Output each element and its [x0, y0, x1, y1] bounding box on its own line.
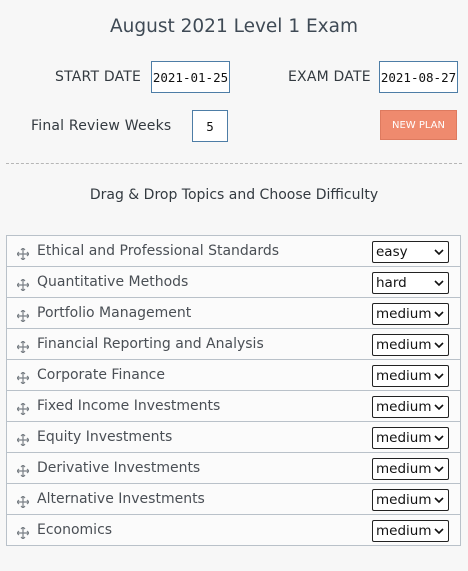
- topic-name: Derivative Investments: [37, 460, 201, 476]
- exam-date-input[interactable]: 2021-08-27: [379, 61, 458, 93]
- list-item[interactable]: Equity Investments medium: [6, 421, 461, 453]
- difficulty-select[interactable]: medium: [372, 520, 449, 542]
- difficulty-select[interactable]: medium: [372, 334, 449, 356]
- review-weeks-input[interactable]: 5: [192, 110, 228, 142]
- chevron-down-icon: [434, 435, 444, 442]
- difficulty-value: medium: [376, 492, 432, 508]
- list-item[interactable]: Alternative Investments medium: [6, 483, 461, 515]
- chevron-down-icon: [434, 404, 444, 411]
- difficulty-select[interactable]: medium: [372, 396, 449, 418]
- difficulty-value: easy: [376, 244, 408, 260]
- list-item[interactable]: Ethical and Professional Standards easy: [6, 235, 461, 267]
- drag-handle-icon[interactable]: [16, 245, 30, 261]
- section-subtitle: Drag & Drop Topics and Choose Difficulty: [89, 187, 379, 203]
- topic-list: Ethical and Professional Standards easy …: [6, 235, 461, 546]
- chevron-down-icon: [434, 311, 444, 318]
- topic-name: Quantitative Methods: [37, 274, 189, 290]
- drag-handle-icon[interactable]: [16, 369, 30, 385]
- topic-name: Alternative Investments: [37, 491, 205, 507]
- difficulty-value: medium: [376, 399, 432, 415]
- drag-handle-icon[interactable]: [16, 307, 30, 323]
- list-item[interactable]: Financial Reporting and Analysis medium: [6, 328, 461, 360]
- drag-handle-icon[interactable]: [16, 462, 30, 478]
- difficulty-value: hard: [376, 275, 407, 291]
- difficulty-select[interactable]: medium: [372, 458, 449, 480]
- difficulty-select[interactable]: medium: [372, 489, 449, 511]
- drag-handle-icon[interactable]: [16, 524, 30, 540]
- chevron-down-icon: [434, 528, 444, 535]
- list-item[interactable]: Economics medium: [6, 514, 461, 546]
- difficulty-select[interactable]: easy: [372, 241, 449, 263]
- chevron-down-icon: [434, 373, 444, 380]
- topic-name: Economics: [37, 522, 113, 538]
- difficulty-value: medium: [376, 523, 432, 539]
- drag-handle-icon[interactable]: [16, 493, 30, 509]
- chevron-down-icon: [434, 280, 444, 287]
- page-title: August 2021 Level 1 Exam: [110, 16, 358, 37]
- drag-handle-icon[interactable]: [16, 431, 30, 447]
- new-plan-button[interactable]: NEW PLAN: [380, 110, 457, 140]
- drag-handle-icon[interactable]: [16, 400, 30, 416]
- difficulty-value: medium: [376, 337, 432, 353]
- list-item[interactable]: Quantitative Methods hard: [6, 266, 461, 298]
- list-item[interactable]: Corporate Finance medium: [6, 359, 461, 391]
- review-weeks-label: Final Review Weeks: [31, 118, 172, 134]
- topic-name: Portfolio Management: [37, 305, 192, 321]
- drag-handle-icon[interactable]: [16, 276, 30, 292]
- difficulty-select[interactable]: hard: [372, 272, 449, 294]
- difficulty-select[interactable]: medium: [372, 303, 449, 325]
- chevron-down-icon: [434, 342, 444, 349]
- difficulty-select[interactable]: medium: [372, 427, 449, 449]
- section-divider: [6, 163, 462, 164]
- start-date-input[interactable]: 2021-01-25: [151, 61, 230, 93]
- topic-name: Equity Investments: [37, 429, 173, 445]
- difficulty-value: medium: [376, 430, 432, 446]
- list-item[interactable]: Fixed Income Investments medium: [6, 390, 461, 422]
- difficulty-value: medium: [376, 461, 432, 477]
- start-date-label: START DATE: [55, 69, 142, 85]
- list-item[interactable]: Derivative Investments medium: [6, 452, 461, 484]
- topic-name: Ethical and Professional Standards: [37, 243, 280, 259]
- drag-handle-icon[interactable]: [16, 338, 30, 354]
- chevron-down-icon: [434, 249, 444, 256]
- chevron-down-icon: [434, 497, 444, 504]
- topic-name: Fixed Income Investments: [37, 398, 221, 414]
- topic-name: Corporate Finance: [37, 367, 165, 383]
- exam-date-label: EXAM DATE: [288, 69, 371, 85]
- difficulty-value: medium: [376, 368, 432, 384]
- difficulty-select[interactable]: medium: [372, 365, 449, 387]
- list-item[interactable]: Portfolio Management medium: [6, 297, 461, 329]
- difficulty-value: medium: [376, 306, 432, 322]
- topic-name: Financial Reporting and Analysis: [37, 336, 264, 352]
- chevron-down-icon: [434, 466, 444, 473]
